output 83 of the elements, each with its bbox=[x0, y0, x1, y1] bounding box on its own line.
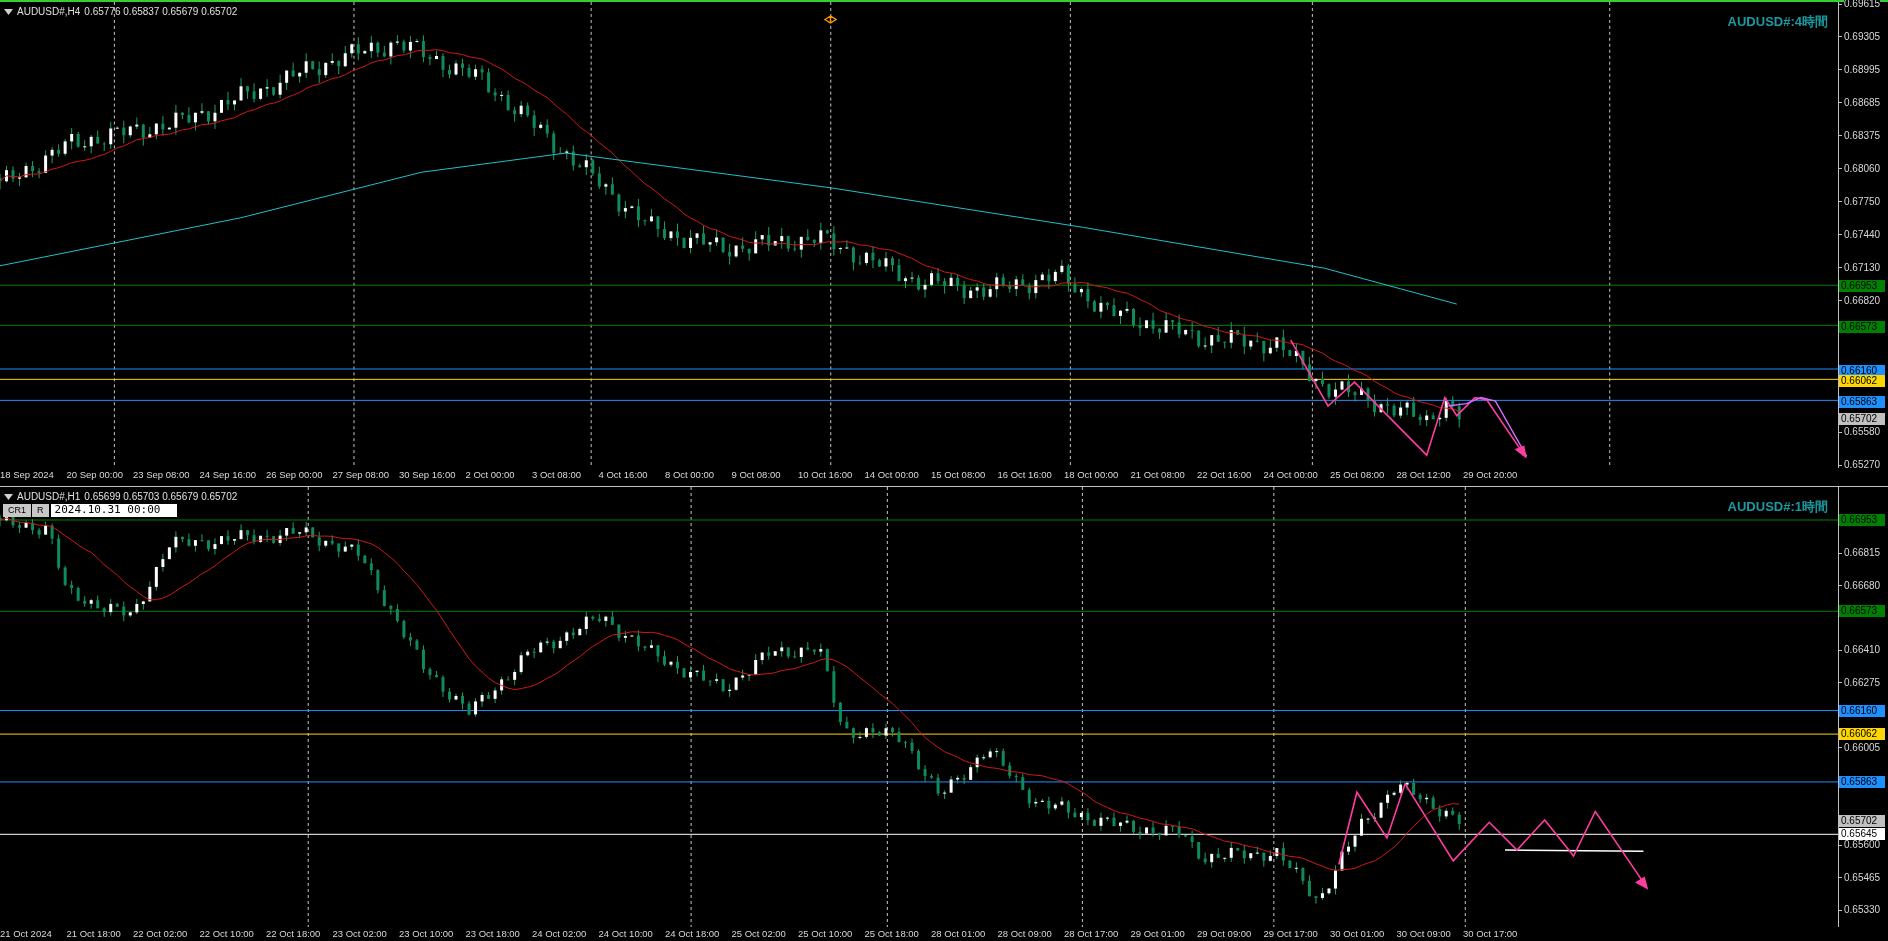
time-axis-label: 9 Oct 08:00 bbox=[731, 469, 782, 481]
symbol-label: AUDUSD#,H1 bbox=[17, 490, 81, 504]
time-axis-label: 28 Oct 12:00 bbox=[1396, 469, 1452, 481]
time-axis-label: 23 Oct 02:00 bbox=[332, 928, 388, 940]
time-axis-label: 22 Oct 02:00 bbox=[133, 928, 189, 940]
price-tag: 0.66573 bbox=[1839, 320, 1885, 333]
time-axis-label: 25 Oct 18:00 bbox=[864, 928, 920, 940]
time-axis-label: 24 Oct 18:00 bbox=[665, 928, 721, 940]
symbol-label: AUDUSD#,H4 bbox=[17, 5, 81, 19]
time-axis-label: 29 Oct 20:00 bbox=[1463, 469, 1519, 481]
time-axis-label: 22 Oct 18:00 bbox=[266, 928, 322, 940]
time-axis-label: 25 Oct 02:00 bbox=[731, 928, 787, 940]
time-axis-label: 29 Oct 01:00 bbox=[1130, 928, 1186, 940]
price-tag: 0.65645 bbox=[1839, 828, 1885, 841]
time-axis-label: 21 Oct 2024 bbox=[0, 928, 53, 940]
price-axis-label: 0.65465 bbox=[1844, 871, 1881, 884]
time-axis-label: 29 Oct 09:00 bbox=[1197, 928, 1253, 940]
ohlc-values: 0.65776 0.65837 0.65679 0.65702 bbox=[84, 5, 238, 19]
time-axis-label: 21 Oct 18:00 bbox=[66, 928, 122, 940]
price-axis-label: 0.68685 bbox=[1844, 96, 1881, 109]
price-tag: 0.66160 bbox=[1839, 364, 1885, 377]
time-axis-label: 22 Oct 10:00 bbox=[199, 928, 255, 940]
time-axis-label: 21 Oct 08:00 bbox=[1130, 469, 1186, 481]
time-axis-label: 25 Oct 10:00 bbox=[798, 928, 854, 940]
time-axis-label: 28 Oct 09:00 bbox=[997, 928, 1053, 940]
price-axis-label: 0.69305 bbox=[1844, 30, 1881, 43]
time-axis-label: 8 Oct 00:00 bbox=[665, 469, 716, 481]
price-axis-label: 0.66275 bbox=[1844, 676, 1881, 689]
chart-symbol-watermark: AUDUSD#:1時間 bbox=[1727, 498, 1828, 516]
price-axis-label: 0.67130 bbox=[1844, 261, 1881, 274]
price-tag: 0.65863 bbox=[1839, 775, 1885, 788]
time-axis-label: 25 Oct 08:00 bbox=[1330, 469, 1386, 481]
time-axis-label: 30 Sep 16:00 bbox=[399, 469, 457, 481]
time-axis-label: 14 Oct 00:00 bbox=[864, 469, 920, 481]
time-axis-label: 24 Oct 00:00 bbox=[1263, 469, 1319, 481]
price-tag: 0.65702 bbox=[1839, 413, 1885, 426]
time-axis-label: 18 Sep 2024 bbox=[0, 469, 55, 481]
time-axis-label: 30 Oct 01:00 bbox=[1330, 928, 1386, 940]
chart-symbol-watermark: AUDUSD#:4時間 bbox=[1727, 13, 1828, 31]
time-axis-label: 23 Sep 08:00 bbox=[133, 469, 191, 481]
price-axis-label: 0.67750 bbox=[1844, 195, 1881, 208]
time-axis-label: 30 Oct 17:00 bbox=[1463, 928, 1519, 940]
time-axis-label: 26 Sep 00:00 bbox=[266, 469, 324, 481]
time-axis-label: 2 Oct 00:00 bbox=[465, 469, 516, 481]
price-axis-label: 0.68995 bbox=[1844, 63, 1881, 76]
price-tag: 0.65863 bbox=[1839, 396, 1885, 409]
time-axis-label: 29 Oct 17:00 bbox=[1263, 928, 1319, 940]
price-axis-label: 0.65330 bbox=[1844, 904, 1881, 916]
time-axis-label: 23 Oct 10:00 bbox=[399, 928, 455, 940]
time-axis-label: 24 Sep 16:00 bbox=[199, 469, 258, 481]
time-axis-label: 23 Oct 18:00 bbox=[465, 928, 521, 940]
price-tag: 0.66062 bbox=[1839, 728, 1885, 741]
price-tag: 0.66953 bbox=[1839, 514, 1885, 526]
price-tag: 0.66953 bbox=[1839, 280, 1885, 293]
price-axis-label: 0.65270 bbox=[1844, 459, 1881, 471]
price-axis-label: 0.69615 bbox=[1844, 0, 1881, 10]
time-axis-label: 28 Oct 17:00 bbox=[1064, 928, 1120, 940]
time-axis-label: 22 Oct 16:00 bbox=[1197, 469, 1253, 481]
time-axis-label: 4 Oct 16:00 bbox=[598, 469, 649, 481]
time-axis-label: 20 Sep 00:00 bbox=[66, 469, 125, 481]
price-tag: 0.66573 bbox=[1839, 605, 1885, 618]
time-axis-label: 28 Oct 01:00 bbox=[931, 928, 987, 940]
price-axis-label: 0.66680 bbox=[1844, 579, 1881, 592]
time-axis-label: 24 Oct 02:00 bbox=[532, 928, 588, 940]
time-axis-label: 18 Oct 00:00 bbox=[1064, 469, 1120, 481]
time-axis-label: 30 Oct 09:00 bbox=[1396, 928, 1452, 940]
price-axis-label: 0.67440 bbox=[1844, 228, 1881, 241]
price-tag: 0.65702 bbox=[1839, 814, 1885, 827]
time-axis-label: 27 Sep 08:00 bbox=[332, 469, 391, 481]
time-axis-label: 3 Oct 08:00 bbox=[532, 469, 583, 481]
time-axis-label: 16 Oct 16:00 bbox=[997, 469, 1053, 481]
toolbar-button[interactable]: R bbox=[32, 504, 49, 517]
time-axis-label: 10 Oct 16:00 bbox=[798, 469, 854, 481]
price-axis-label: 0.66005 bbox=[1844, 741, 1881, 754]
ohlc-values: 0.65699 0.65703 0.65679 0.65702 bbox=[84, 490, 238, 504]
date-field[interactable]: 2024.10.31 00:00 bbox=[50, 504, 177, 517]
toolbar-button[interactable]: CR1 bbox=[3, 504, 31, 517]
price-axis-label: 0.66820 bbox=[1844, 294, 1881, 307]
time-axis-label: 15 Oct 08:00 bbox=[931, 469, 987, 481]
price-axis-label: 0.68060 bbox=[1844, 162, 1881, 175]
price-axis-label: 0.68375 bbox=[1844, 129, 1881, 142]
price-tag: 0.66160 bbox=[1839, 704, 1885, 717]
time-axis-label: 24 Oct 10:00 bbox=[598, 928, 654, 940]
